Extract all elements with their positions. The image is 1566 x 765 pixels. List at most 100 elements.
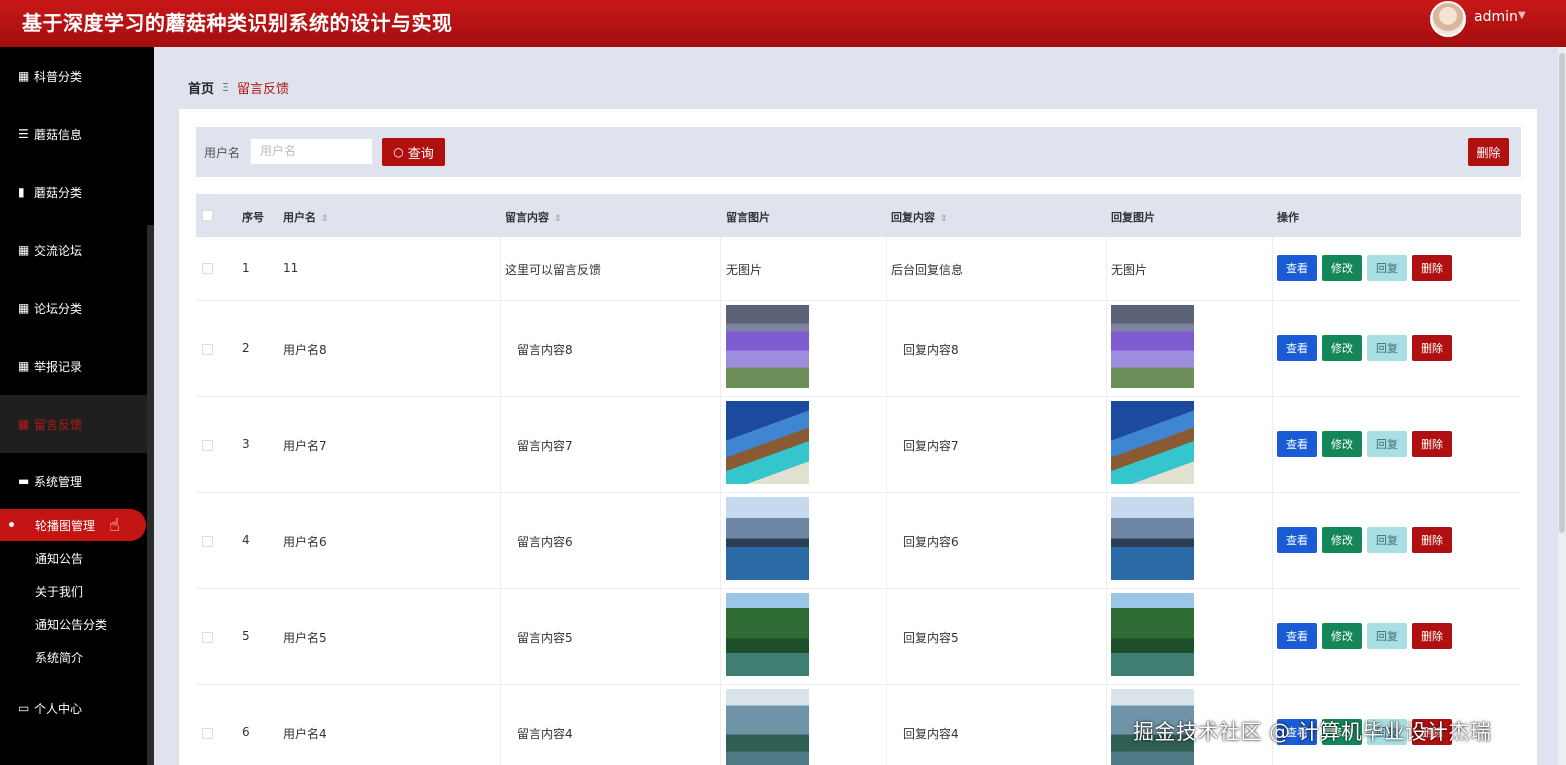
list-icon: ☰ [18,127,29,141]
message-image[interactable] [726,497,809,580]
reply-button[interactable]: 回复 [1367,527,1407,553]
message-image[interactable] [726,593,809,676]
col-index: 序号 [242,211,264,224]
col-content-label: 留言内容 [505,211,549,224]
row-actions: 查看 修改 回复 删除 [1277,431,1452,457]
edit-button[interactable]: 修改 [1322,431,1362,457]
row-reply-image-text: 无图片 [1111,263,1148,277]
col-username[interactable]: 用户名 ⇕ [283,209,329,225]
delete-button[interactable]: 删除 [1412,527,1452,553]
search-button[interactable]: ○ 查询 [382,138,445,166]
sidebar-item-forum[interactable]: ▦ 交流论坛 [0,221,147,279]
edit-button[interactable]: 修改 [1322,623,1362,649]
sort-icon[interactable]: ⇕ [940,214,948,224]
card-icon: ▭ [18,701,30,715]
reply-button[interactable]: 回复 [1367,623,1407,649]
monitor-icon: ▬ [18,474,30,488]
table-row: 4 用户名6 留言内容6 回复内容6 查看 修改 回复 删除 [196,493,1521,589]
watermark: 掘金技术社区 @ 计算机毕业设计杰瑞 [1133,720,1492,744]
row-checkbox[interactable] [202,536,213,547]
view-button[interactable]: 查看 [1277,255,1317,281]
row-username: 11 [283,261,299,275]
sidebar-item-system-management[interactable]: ▬ 系统管理 [0,452,147,510]
username-label[interactable]: admin [1474,9,1518,25]
grid-icon: ▦ [18,417,30,431]
reply-image[interactable] [1111,497,1194,580]
table-row: 2 用户名8 留言内容8 回复内容8 查看 修改 回复 删除 [196,301,1521,397]
app-title: 基于深度学习的蘑菇种类识别系统的设计与实现 [22,11,453,35]
row-checkbox[interactable] [202,344,213,355]
row-content: 留言内容4 [517,727,573,741]
grid-icon: ▦ [18,69,30,83]
row-actions: 查看 修改 回复 删除 [1277,255,1452,281]
filter-bar: 用户名 用户名 ○ 查询 删除 [196,127,1521,177]
view-button[interactable]: 查看 [1277,527,1317,553]
view-button[interactable]: 查看 [1277,431,1317,457]
row-index: 5 [242,629,250,643]
book-icon: ▮ [18,185,25,199]
row-reply: 回复内容6 [903,535,959,549]
table-row: 1 11 这里可以留言反馈 无图片 后台回复信息 无图片 查看 修改 回复 删除 [196,237,1521,301]
delete-button[interactable]: 删除 [1412,431,1452,457]
edit-button[interactable]: 修改 [1322,527,1362,553]
reply-button[interactable]: 回复 [1367,431,1407,457]
sidebar-subitem-about[interactable]: 关于我们 [0,575,147,608]
username-search-input[interactable]: 用户名 [250,138,373,165]
row-image-text: 无图片 [726,263,763,277]
breadcrumb-separator-icon: Ξ [222,81,229,94]
reply-button[interactable]: 回复 [1367,255,1407,281]
sidebar-subitem-notices[interactable]: 通知公告 [0,542,147,575]
sidebar-subitem-system-intro[interactable]: 系统简介 [0,641,147,674]
reply-image[interactable] [1111,305,1194,388]
sidebar-item-mushroom-info[interactable]: ☰ 蘑菇信息 [0,105,147,163]
delete-button[interactable]: 删除 [1412,335,1452,361]
avatar[interactable] [1430,1,1466,37]
row-checkbox[interactable] [202,632,213,643]
sort-icon[interactable]: ⇕ [321,214,329,224]
row-checkbox[interactable] [202,263,213,274]
view-button[interactable]: 查看 [1277,335,1317,361]
reply-image[interactable] [1111,593,1194,676]
message-image[interactable] [726,401,809,484]
view-button[interactable]: 查看 [1277,623,1317,649]
row-checkbox[interactable] [202,728,213,739]
select-all-checkbox[interactable] [202,210,213,221]
row-content: 留言内容7 [517,439,573,453]
sidebar-item-feedback[interactable]: ▦ 留言反馈 [0,395,147,453]
row-checkbox[interactable] [202,440,213,451]
sidebar-subitem-label: 关于我们 [35,585,84,599]
breadcrumb-home[interactable]: 首页 [188,78,214,97]
sidebar-item-mushroom-category[interactable]: ▮ 蘑菇分类 [0,163,147,221]
sidebar-item-science-category[interactable]: ▦ 科普分类 [0,47,147,105]
delete-button[interactable]: 删除 [1412,255,1452,281]
sidebar-subitem-label: 系统简介 [35,651,84,665]
sidebar-item-report-records[interactable]: ▦ 举报记录 [0,337,147,395]
table-header: 序号 用户名 ⇕ 留言内容 ⇕ 留言图片 回复内容 ⇕ 回复图片 操作 [196,194,1521,237]
page-scrollbar[interactable] [1558,47,1566,765]
sidebar-item-label: 蘑菇信息 [34,127,83,142]
hand-cursor-icon: ☝ [109,515,120,536]
col-content[interactable]: 留言内容 ⇕ [505,209,562,225]
reply-image[interactable] [1111,401,1194,484]
col-reply-image: 回复图片 [1111,211,1155,224]
sidebar-item-label: 蘑菇分类 [34,185,83,200]
sidebar-item-personal-center[interactable]: ▭ 个人中心 [0,679,147,737]
message-image[interactable] [726,305,809,388]
col-reply[interactable]: 回复内容 ⇕ [891,209,948,225]
breadcrumb: 首页 Ξ 留言反馈 [188,78,289,97]
page-scrollbar-thumb[interactable] [1559,53,1565,533]
edit-button[interactable]: 修改 [1322,335,1362,361]
sidebar-item-label: 论坛分类 [34,301,83,316]
batch-delete-button[interactable]: 删除 [1468,138,1509,166]
sidebar-subitem-carousel[interactable]: 轮播图管理 [0,509,146,541]
delete-button[interactable]: 删除 [1412,623,1452,649]
edit-button[interactable]: 修改 [1322,255,1362,281]
reply-button[interactable]: 回复 [1367,335,1407,361]
table-row: 3 用户名7 留言内容7 回复内容7 查看 修改 回复 删除 [196,397,1521,493]
sidebar-item-forum-category[interactable]: ▦ 论坛分类 [0,279,147,337]
sort-icon[interactable]: ⇕ [554,214,562,224]
chevron-down-icon[interactable]: ▼ [1518,10,1526,21]
message-image[interactable] [726,689,809,765]
sidebar-subitem-notice-category[interactable]: 通知公告分类 [0,608,147,641]
sidebar-scrollbar[interactable] [147,225,154,765]
